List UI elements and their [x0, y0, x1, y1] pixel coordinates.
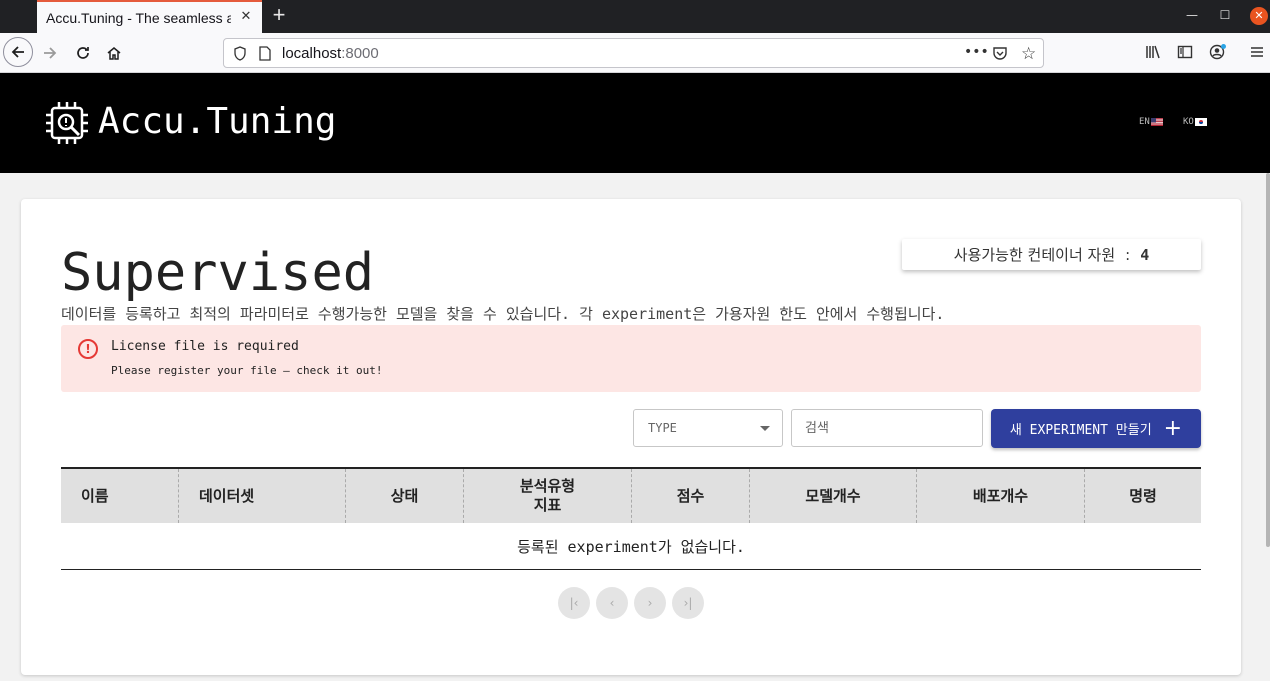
sidebar-icon[interactable]: [1177, 44, 1193, 64]
browser-tab-bar: Accu.Tuning - The seamless a ✕ + — ☐ ✕: [0, 0, 1270, 33]
home-icon[interactable]: [100, 39, 128, 67]
page-title: Supervised: [61, 243, 375, 303]
new-experiment-label: 새 EXPERIMENT 만들기: [1009, 423, 1152, 438]
url-bar[interactable]: localhost:8000 ••• ☆: [223, 38, 1044, 68]
license-alert: ! License file is required Please regist…: [61, 325, 1201, 392]
column-header-deploy-count[interactable]: 배포개수: [917, 469, 1085, 523]
browser-nav-bar: localhost:8000 ••• ☆: [0, 33, 1270, 73]
account-icon[interactable]: [1209, 43, 1227, 65]
type-select-label: TYPE: [648, 421, 677, 435]
table-empty-message: 등록된 experiment가 없습니다.: [61, 523, 1201, 570]
back-icon[interactable]: [3, 37, 33, 67]
alert-message[interactable]: Please register your file — check it out…: [111, 364, 383, 377]
url-port: :8000: [341, 45, 379, 62]
more-actions-icon[interactable]: •••: [964, 44, 989, 60]
tab-title: Accu.Tuning - The seamless a: [46, 9, 231, 26]
resource-separator: :: [1125, 245, 1131, 264]
forward-icon[interactable]: [36, 39, 64, 67]
lang-ko-link[interactable]: KO: [1183, 117, 1207, 127]
kr-flag-icon: [1194, 118, 1207, 126]
new-experiment-button[interactable]: 새 EXPERIMENT 만들기 +: [991, 409, 1201, 448]
lang-en-link[interactable]: EN: [1139, 117, 1163, 127]
column-header-status[interactable]: 상태: [346, 469, 464, 523]
bookmark-star-icon[interactable]: ☆: [1021, 44, 1036, 64]
close-tab-icon[interactable]: ✕: [238, 9, 254, 25]
column-header-actions: 명령: [1129, 486, 1157, 505]
next-page-button[interactable]: ›: [634, 587, 666, 619]
search-input[interactable]: [791, 409, 983, 447]
pagination: |‹ ‹ › ›|: [558, 587, 704, 619]
us-flag-icon: [1150, 118, 1163, 126]
main-card: Supervised 데이터를 등록하고 최적의 파라미터로 수행가능한 모델을…: [21, 199, 1241, 675]
plus-icon: +: [1163, 415, 1183, 441]
resource-status-box: 사용가능한 컨테이너 자원 : 4: [902, 239, 1201, 270]
window-close-icon[interactable]: ✕: [1250, 7, 1268, 25]
brand-name[interactable]: Accu.Tuning: [98, 101, 336, 142]
browser-tab[interactable]: Accu.Tuning - The seamless a ✕: [37, 0, 262, 33]
resource-count: 4: [1140, 245, 1150, 264]
shield-icon[interactable]: [233, 46, 247, 65]
pocket-icon[interactable]: [992, 46, 1008, 65]
column-header-model-count[interactable]: 모델개수: [750, 469, 917, 523]
column-header-name[interactable]: 이름: [61, 469, 179, 523]
logo-chip-icon: [44, 100, 90, 146]
prev-page-button[interactable]: ‹: [596, 587, 628, 619]
column-header-analysis-type[interactable]: 분석유형 지표: [464, 469, 632, 523]
minimize-icon[interactable]: —: [1183, 6, 1201, 24]
new-tab-icon[interactable]: +: [268, 4, 290, 26]
column-header-score[interactable]: 점수: [632, 469, 750, 523]
resource-label: 사용가능한 컨테이너 자원: [953, 246, 1116, 264]
column-header-dataset[interactable]: 데이터셋: [179, 469, 346, 523]
first-page-button[interactable]: |‹: [558, 587, 590, 619]
page-description: 데이터를 등록하고 최적의 파라미터로 수행가능한 모델을 찾을 수 있습니다.…: [61, 305, 945, 323]
app-header: Accu.Tuning EN KO: [0, 73, 1270, 173]
last-page-button[interactable]: ›|: [672, 587, 704, 619]
url-text[interactable]: localhost:8000: [282, 45, 379, 62]
alert-title: License file is required: [111, 339, 299, 354]
alert-error-icon: !: [78, 339, 98, 359]
page-icon: [259, 46, 271, 65]
lang-ko-label: KO: [1183, 117, 1194, 127]
reload-icon[interactable]: [69, 39, 97, 67]
type-select[interactable]: TYPE: [633, 409, 783, 447]
experiments-table: 이름 데이터셋 상태 분석유형 지표 점수 모델개수 배포개수 명령 등록된 e…: [61, 467, 1201, 570]
table-header: 이름 데이터셋 상태 분석유형 지표 점수 모델개수 배포개수 명령: [61, 467, 1201, 523]
page-scrollbar[interactable]: [1266, 173, 1270, 547]
chevron-down-icon: [760, 426, 770, 431]
url-host: localhost: [282, 45, 342, 62]
library-icon[interactable]: [1145, 44, 1161, 64]
maximize-icon[interactable]: ☐: [1216, 6, 1234, 24]
lang-en-label: EN: [1139, 117, 1150, 127]
menu-icon[interactable]: [1250, 44, 1264, 63]
